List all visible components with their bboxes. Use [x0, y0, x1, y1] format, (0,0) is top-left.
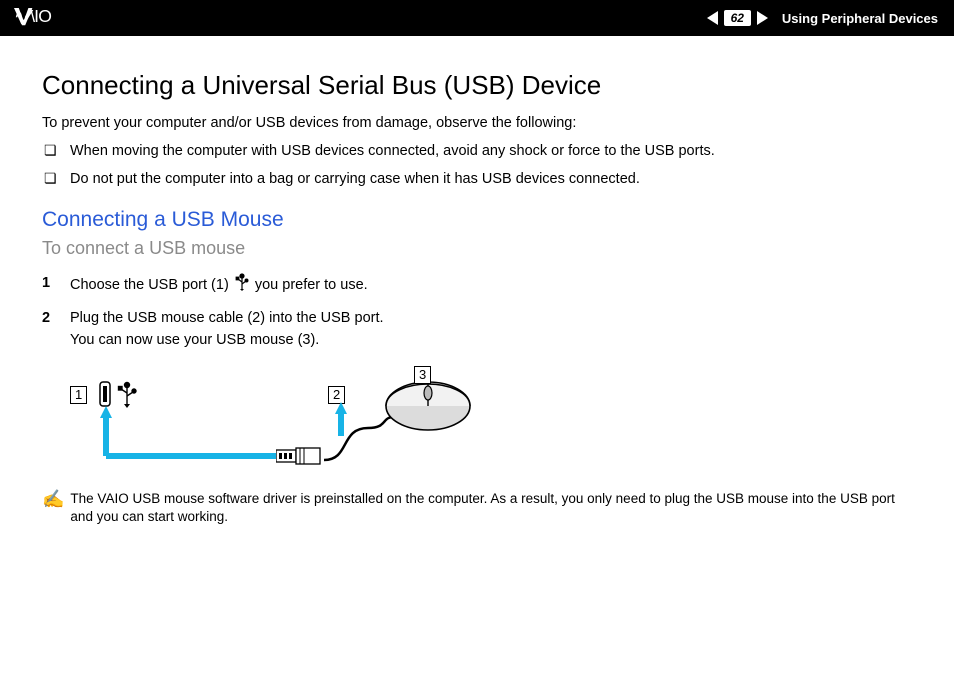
- page-title: Connecting a Universal Serial Bus (USB) …: [42, 70, 900, 101]
- connection-diagram: 1 2: [70, 366, 530, 476]
- usb-icon: [235, 273, 249, 299]
- mouse-icon: [378, 378, 474, 434]
- header-bar: ∿⁄\IO 62 Using Peripheral Devices: [0, 0, 954, 36]
- step-item: 2 Plug the USB mouse cable (2) into the …: [42, 308, 900, 352]
- step-list: 1 Choose the USB port (1) you prefer to …: [42, 273, 900, 352]
- svg-text:∿⁄\IO: ∿⁄\IO: [14, 6, 51, 26]
- note-icon: ✍: [42, 490, 64, 508]
- step-number: 2: [42, 308, 50, 330]
- step-text: Choose the USB port (1): [70, 277, 233, 293]
- page-body: Connecting a Universal Serial Bus (USB) …: [0, 36, 954, 526]
- step-number: 1: [42, 273, 50, 295]
- next-page-arrow-icon[interactable]: [757, 11, 768, 25]
- note-block: ✍ The VAIO USB mouse software driver is …: [42, 490, 900, 526]
- procedure-title: To connect a USB mouse: [42, 238, 900, 259]
- step-item: 1 Choose the USB port (1) you prefer to …: [42, 273, 900, 299]
- usb-plug-icon: [276, 444, 324, 468]
- step-text: you prefer to use.: [255, 277, 368, 293]
- precaution-item: Do not put the computer into a bag or ca…: [42, 169, 900, 189]
- header-nav: 62 Using Peripheral Devices: [707, 10, 938, 26]
- subheading: Connecting a USB Mouse: [42, 208, 900, 232]
- section-title: Using Peripheral Devices: [782, 11, 938, 26]
- precaution-item: When moving the computer with USB device…: [42, 141, 900, 161]
- intro-text: To prevent your computer and/or USB devi…: [42, 115, 900, 131]
- step-text: Plug the USB mouse cable (2) into the US…: [70, 310, 384, 348]
- precaution-list: When moving the computer with USB device…: [42, 141, 900, 190]
- prev-page-arrow-icon[interactable]: [707, 11, 718, 25]
- page-number-badge: 62: [724, 10, 751, 26]
- callout-label: 3: [414, 366, 431, 384]
- callout-label: 1: [70, 386, 87, 404]
- vaio-logo: ∿⁄\IO: [14, 6, 110, 31]
- note-text: The VAIO USB mouse software driver is pr…: [70, 490, 900, 526]
